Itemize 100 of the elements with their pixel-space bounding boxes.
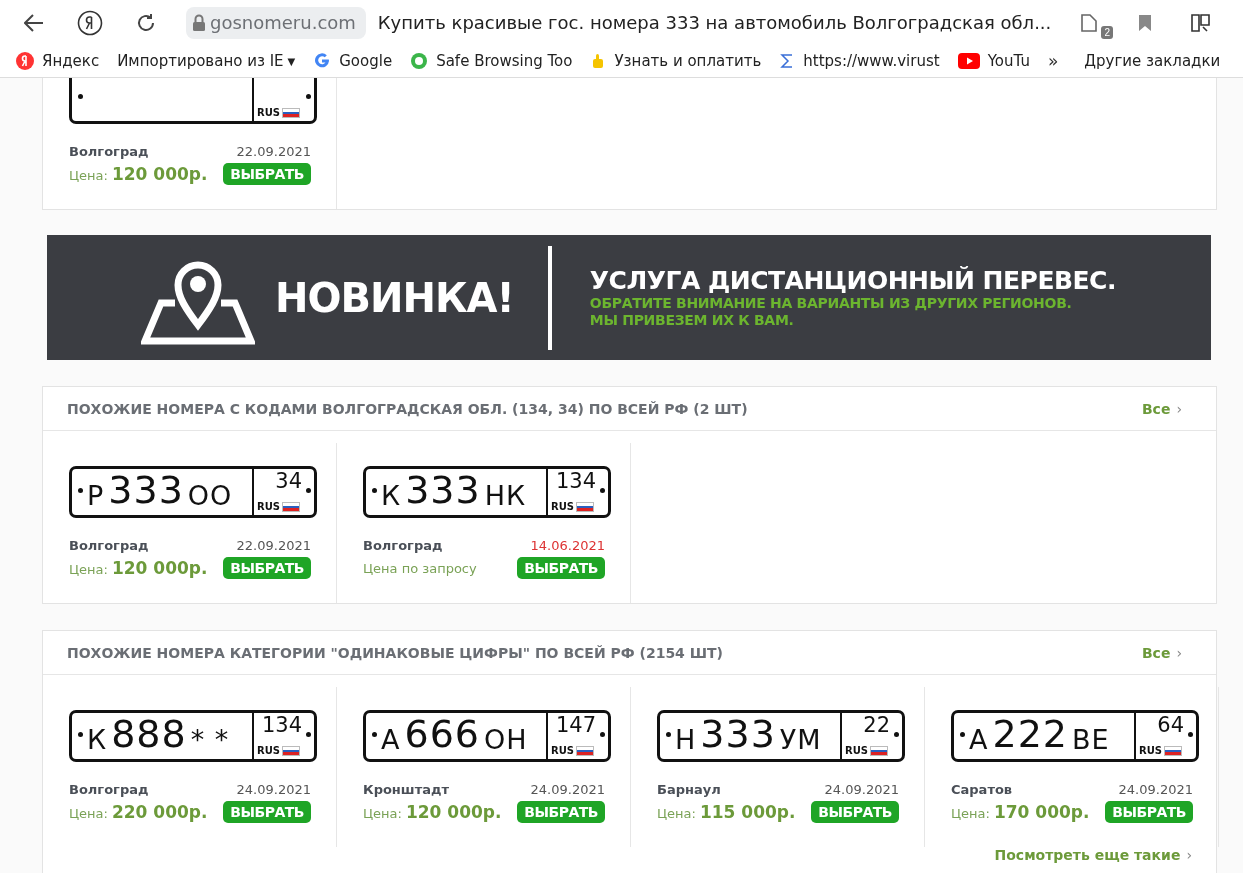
flag-icon: [282, 108, 300, 118]
plate-letters: НК: [484, 481, 527, 511]
plate-letters: * *: [190, 725, 230, 755]
google-logo-icon: [313, 52, 332, 70]
bookmark-link[interactable]: Узнать и оплатить: [590, 52, 762, 70]
license-plate[interactable]: RUS: [69, 78, 317, 124]
reload-icon: [135, 11, 157, 34]
plate-country: RUS: [1138, 745, 1162, 757]
license-plate[interactable]: А 666 ОН 147 RUS: [363, 710, 611, 762]
date-label: 24.09.2021: [824, 782, 899, 797]
plate-country: RUS: [844, 745, 868, 757]
plate-region: 22: [863, 713, 890, 737]
plate-region: 134: [261, 713, 302, 737]
flag-icon: [1164, 746, 1182, 756]
price-value: 115 000р.: [699, 802, 796, 822]
plate-letters: УМ: [779, 725, 822, 755]
city-label: Барнаул: [657, 782, 721, 797]
price-label: Цена:: [951, 806, 990, 821]
plate-letter: Н: [675, 725, 697, 755]
banner-text: ОБРАТИТЕ ВНИМАНИЕ НА ВАРИАНТЫ ИЗ ДРУГИХ РЕГИОНОВ.: [589, 295, 1073, 312]
plate-digits: 333: [700, 713, 776, 755]
price-value: 120 000р.: [111, 164, 208, 184]
license-plate[interactable]: А 222 ВЕ 64 RUS: [951, 710, 1199, 762]
other-bookmarks-folder[interactable]: Другие закладки: [1084, 52, 1221, 70]
plate-digits: 888: [111, 713, 187, 755]
bookmark-link[interactable]: YouTu: [957, 52, 1030, 70]
all-link[interactable]: Все ›: [1141, 644, 1182, 661]
plate-country: RUS: [256, 501, 280, 513]
reader-icon: [1189, 11, 1213, 34]
play-button-icon: [957, 53, 980, 69]
banner-headline: НОВИНКА!: [275, 274, 514, 321]
price-value: 220 000р.: [111, 802, 208, 822]
city-label: Волгоград: [363, 538, 443, 553]
back-icon: [24, 13, 44, 32]
plate-digits: 222: [992, 713, 1068, 755]
date-label: 24.09.2021: [530, 782, 605, 797]
flag-icon: [282, 502, 300, 512]
banner-text: МЫ ПРИВЕЗЕМ ИХ К ВАМ.: [589, 312, 795, 329]
flag-icon: [282, 746, 300, 756]
ring-icon: [410, 52, 429, 70]
promo-banner[interactable]: НОВИНКА! УСЛУГА ДИСТАНЦИОННЫЙ ПЕРЕВЕС. ОБРАТИТЕ ВНИМАНИЕ НА ВАРИАНТЫ ИЗ ДРУГИХ РЕГИОНОВ. МЫ ПРИВЕЗЕМ ИХ К ВАМ.: [47, 235, 1211, 360]
extension-button[interactable]: 2: [1067, 4, 1111, 41]
extension-badge: 2: [1101, 25, 1113, 39]
city-label: Волгоград: [69, 538, 149, 553]
bookmark-icon: [1138, 13, 1152, 32]
city-label: Саратов: [951, 782, 1013, 797]
plate-letters: ОН: [484, 725, 528, 755]
city-label: Кронштадт: [363, 782, 449, 797]
plate-letters: ВЕ: [1072, 725, 1110, 755]
section-title: ПОХОЖИЕ НОМЕРА С КОДАМИ ВОЛГОГРАДСКАЯ ОБЛ. (134, 34) ПО ВСЕЙ РФ (2 ШТ): [67, 400, 748, 417]
price-label: Цена:: [363, 806, 402, 821]
license-plate[interactable]: Н 333 УМ 22 RUS: [657, 710, 905, 762]
bookmark-link[interactable]: Google: [313, 52, 393, 70]
price-label: Цена:: [69, 168, 108, 183]
flag-icon: [576, 746, 594, 756]
date-label: 22.09.2021: [236, 538, 311, 553]
price-value: 120 000р.: [111, 558, 208, 578]
plate-country: RUS: [256, 745, 280, 757]
price-on-request: Цена по запросу: [363, 560, 477, 576]
price-value: 120 000р.: [405, 802, 502, 822]
plate-digits: 666: [404, 713, 480, 755]
plate-region: 134: [555, 469, 596, 493]
bookmark-folder[interactable]: Импортировано из IE ▼: [117, 52, 296, 70]
date-label: 24.09.2021: [1118, 782, 1193, 797]
plate-country: RUS: [550, 501, 574, 513]
plate-letter: А: [969, 725, 989, 755]
page-title: Купить красивые гос. номера 333 на автомобиль Волгоградская обл...: [377, 12, 1053, 33]
bookmark-link[interactable]: https://www.virust: [779, 52, 940, 70]
plate-region: 64: [1157, 713, 1184, 737]
date-label: 22.09.2021: [236, 144, 311, 159]
plate-letter: К: [87, 725, 108, 755]
price-label: Цена:: [657, 806, 696, 821]
bookmark-link[interactable]: Яндекс: [16, 52, 100, 70]
license-plate[interactable]: К 888* * 134 RUS: [69, 710, 317, 762]
plate-region: 147: [555, 713, 596, 737]
price-label: Цена:: [69, 562, 108, 577]
plate-region: 34: [275, 469, 302, 493]
date-label: 24.09.2021: [236, 782, 311, 797]
plate-letter: Р: [87, 481, 105, 511]
price-label: Цена:: [69, 806, 108, 821]
yandex-logo-icon: [77, 9, 103, 36]
yandex-logo-icon: [16, 52, 34, 70]
banner-title: УСЛУГА ДИСТАНЦИОННЫЙ ПЕРЕВЕС.: [589, 266, 1116, 295]
city-label: Волгоград: [69, 782, 149, 797]
document-icon: [1078, 11, 1100, 34]
license-plate[interactable]: К 333 НК 134 RUS: [363, 466, 611, 518]
date-label: 14.06.2021: [530, 538, 605, 553]
plate-letter: А: [381, 725, 401, 755]
see-more-link[interactable]: Посмотреть еще такие ›: [994, 847, 1192, 863]
all-link[interactable]: Все ›: [1141, 400, 1182, 417]
more-bookmarks-button[interactable]: »: [1047, 51, 1059, 71]
bookmark-link[interactable]: Safe Browsing Too: [410, 52, 573, 70]
section-title: ПОХОЖИЕ НОМЕРА КАТЕГОРИИ "ОДИНАКОВЫЕ ЦИФРЫ" ПО ВСЕЙ РФ (2154 ШТ): [67, 644, 723, 661]
plate-letter: К: [381, 481, 402, 511]
plate-letters: ОО: [187, 481, 233, 511]
license-plate[interactable]: Р 333 ОО 34 RUS: [69, 466, 317, 518]
city-label: Волгоград: [69, 144, 149, 159]
flag-icon: [576, 502, 594, 512]
plate-digits: 333: [108, 469, 184, 511]
flag-icon: [870, 746, 888, 756]
